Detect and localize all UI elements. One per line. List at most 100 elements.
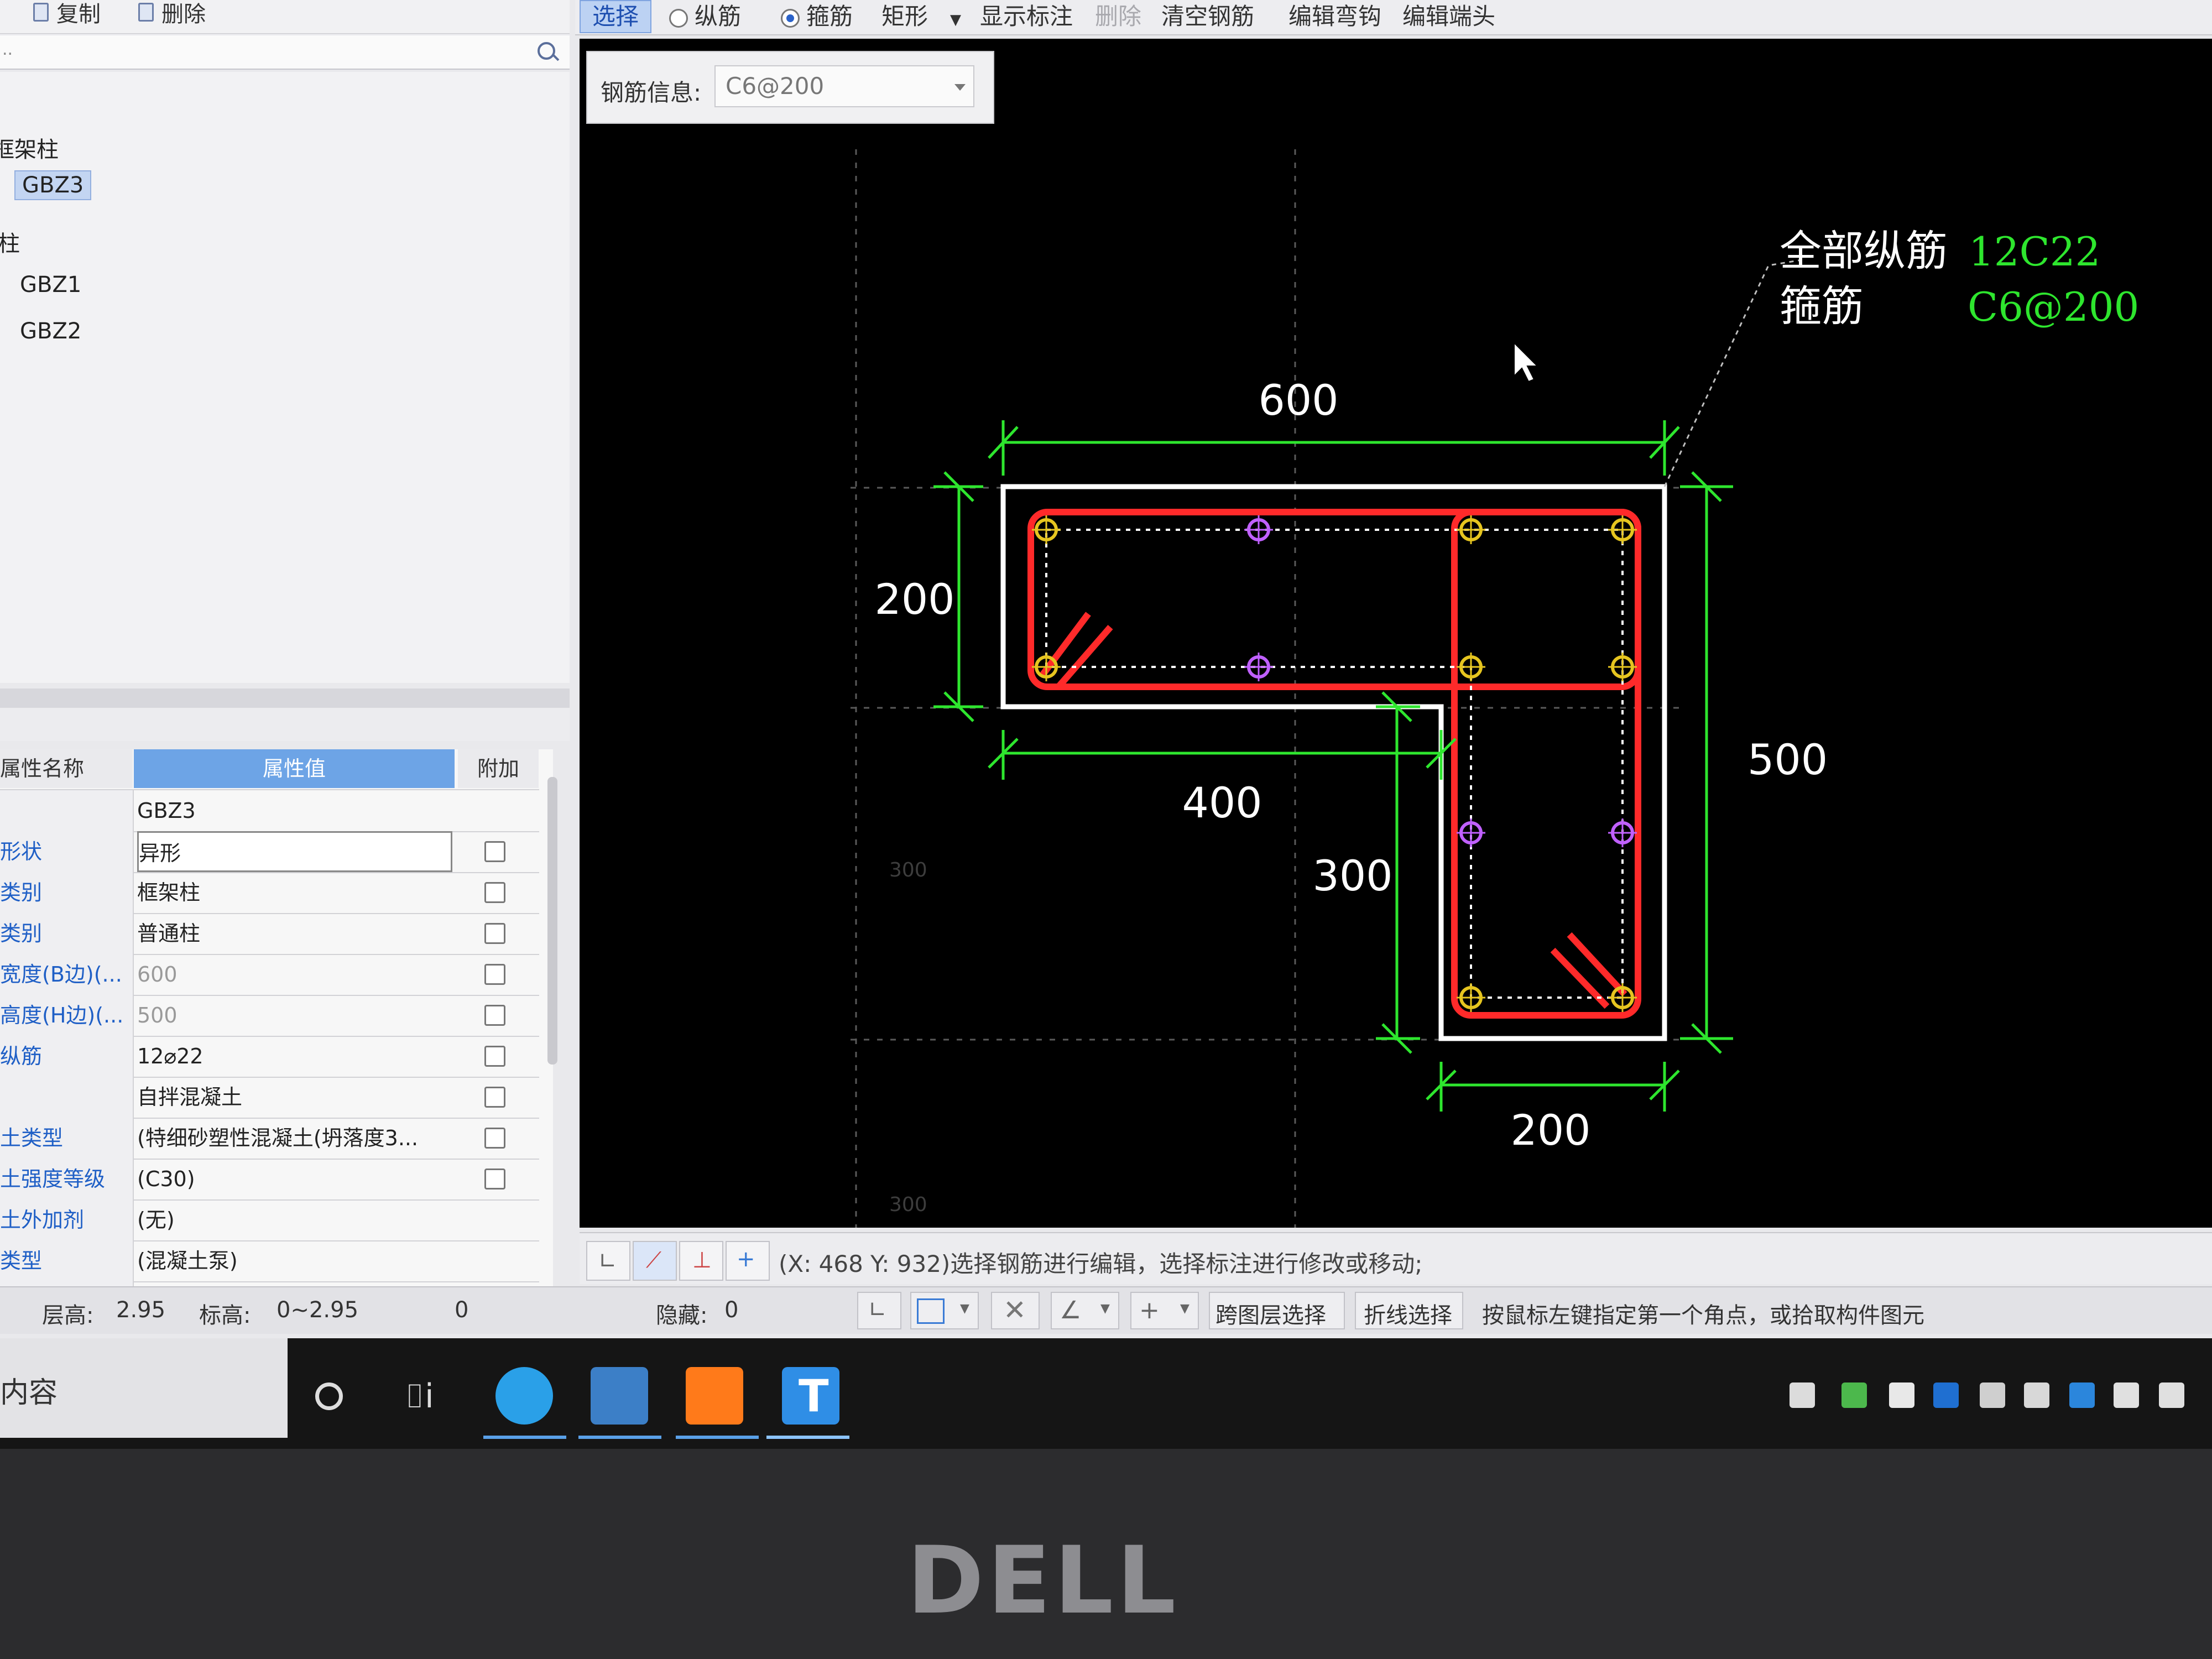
property-value[interactable]: 异形 [137,831,452,872]
wps-icon[interactable] [1933,1383,1959,1408]
property-row[interactable]: 形状 异形 [0,831,539,873]
column-outline[interactable] [1000,484,1667,1041]
task-view-icon[interactable]: ⌷i [405,1380,434,1413]
snap-add-dropdown[interactable]: + ▼ [1130,1292,1199,1329]
show-dim-button[interactable]: 显示标注 [980,0,1073,33]
extra-checkbox[interactable] [484,1128,505,1149]
perp-snap-button[interactable]: ⊥ [679,1241,723,1281]
clear-rebar-button[interactable]: 清空钢筋 [1161,0,1254,33]
radio-longitudinal[interactable]: 纵筋 [669,0,741,33]
ortho-snap-button[interactable]: ∟ [586,1241,630,1281]
app-tray-icon[interactable] [2024,1383,2049,1408]
drawing-canvas[interactable]: 300 300 600 200 400 300 500 200 全部纵筋 12C… [580,39,2212,1228]
extra-checkbox[interactable] [484,882,505,903]
polyline-select-button[interactable]: 折线选择 [1355,1292,1463,1329]
extra-checkbox[interactable] [484,964,505,985]
property-value[interactable]: 12⌀22 [137,1036,452,1077]
cross-layer-select-button[interactable]: 跨图层选择 [1209,1292,1345,1329]
extra-checkbox[interactable] [484,1168,505,1190]
dim-right[interactable]: 500 [1747,735,1828,784]
extra-checkbox[interactable] [484,1005,505,1026]
network-icon[interactable] [2114,1383,2139,1408]
tree-item-gbz2[interactable]: GBZ2 [20,319,81,344]
tree-group-frame-column[interactable]: 框架柱 [0,132,59,164]
dim-left[interactable]: 200 [874,575,954,624]
copy-button[interactable]: 复制 [33,0,101,27]
component-tree: 框架柱 GBZ3 柱 GBZ1 GBZ2 [0,72,570,683]
search-input[interactable]: .. [0,35,570,70]
property-row[interactable]: GBZ3 [0,790,539,832]
cortana-icon[interactable] [315,1383,343,1410]
app-browser-icon[interactable] [495,1367,553,1425]
dim-top[interactable]: 600 [1258,375,1338,425]
extra-checkbox[interactable] [484,841,505,862]
property-row[interactable]: 宽度(B边)(... 600 [0,954,539,996]
longitudinal-bars[interactable] [1032,515,1637,1012]
ime-icon[interactable] [1790,1383,1815,1408]
property-name [0,790,134,831]
edit-end-button[interactable]: 编辑端头 [1402,0,1495,33]
property-value[interactable]: 普通柱 [137,913,452,954]
rect-dropdown[interactable]: 矩形 ▼ [881,0,961,33]
delete-rebar-button[interactable]: 删除 [1095,0,1141,33]
property-value[interactable]: (特细砂塑性混凝土(坍落度3... [137,1118,452,1159]
property-row[interactable]: 类别 普通柱 [0,913,539,955]
extra-checkbox[interactable] [484,1087,505,1108]
dim-inner-h[interactable]: 400 [1182,778,1262,827]
dim-bottom[interactable]: 200 [1510,1105,1590,1155]
app-cad-icon[interactable] [591,1367,648,1425]
slope-snap-button[interactable]: ⟋ [633,1241,677,1281]
sync-icon[interactable] [2069,1383,2095,1408]
tree-group-column[interactable]: 柱 [0,226,20,258]
annotation-stirrup-value[interactable]: C6@200 [1968,284,2139,330]
cross-select-button[interactable]: ✕ [991,1292,1040,1329]
property-value[interactable]: (无) [137,1199,452,1240]
tree-item-gbz1[interactable]: GBZ1 [20,272,81,298]
delete-button[interactable]: 删除 [138,0,206,27]
property-row[interactable]: 自拌混凝土 [0,1077,539,1119]
property-value[interactable]: (C30) [137,1159,452,1199]
property-row[interactable]: 土强度等级 (C30) [0,1159,539,1201]
props-splitter[interactable] [0,688,570,708]
nvidia-icon[interactable] [1841,1383,1867,1408]
property-value[interactable]: 自拌混凝土 [137,1077,452,1118]
search-icon[interactable] [538,42,555,60]
property-row[interactable]: 类型 (混凝土泵) [0,1240,539,1282]
shield-icon[interactable] [1889,1383,1914,1408]
stirrups[interactable] [1027,509,1641,1019]
property-row[interactable]: 高度(H边)(... 500 [0,995,539,1037]
property-row[interactable]: 土外加剂 (无) [0,1199,539,1241]
select-mode-dropdown[interactable]: ▼ [910,1292,979,1329]
property-row[interactable]: 土类型 (特细砂塑性混凝土(坍落度3... [0,1118,539,1160]
extra-checkbox[interactable] [484,923,505,944]
add-snap-button[interactable]: + [726,1241,770,1281]
dim-inner-v[interactable]: 300 [1312,851,1392,900]
usb-icon[interactable] [1980,1383,2005,1408]
radio-stirrup[interactable]: 箍筋 [781,0,853,33]
property-name: 土外加剂 [0,1199,134,1240]
property-value[interactable]: (混凝土泵) [137,1240,452,1281]
tree-item-gbz3[interactable]: GBZ3 [14,170,92,200]
extra-checkbox[interactable] [484,1046,505,1067]
property-value[interactable]: GBZ3 [137,790,452,831]
app-t-icon[interactable]: T [782,1367,839,1425]
annotation-all-long-value[interactable]: 12C22 [1969,228,2100,275]
app-cad-indicator [578,1436,661,1439]
property-value[interactable]: 500 [137,995,452,1036]
select-button[interactable]: 选择 [580,0,651,33]
property-row[interactable]: 纵筋 12⌀22 [0,1036,539,1078]
angle-dropdown[interactable]: ∠ ▼ [1051,1292,1119,1329]
rebar-info-select[interactable]: C6@200 [714,65,974,107]
annotation-stirrup-label[interactable]: 箍筋 [1780,281,1864,331]
annotation-all-long-label[interactable]: 全部纵筋 [1780,226,1948,275]
ortho-toggle[interactable]: ∟ [857,1292,901,1329]
property-value[interactable]: 600 [137,954,452,995]
property-scrollbar[interactable] [547,777,557,1065]
battery-icon[interactable] [2159,1383,2184,1408]
edit-bend-button[interactable]: 编辑弯钩 [1288,0,1381,33]
taskbar-search[interactable]: 内容 [0,1338,288,1438]
property-value[interactable]: 框架柱 [137,872,452,913]
property-row[interactable]: 类别 框架柱 [0,872,539,914]
section-drawing[interactable]: 300 300 600 200 400 300 500 200 全部纵筋 12C… [580,39,2212,1228]
app-orange-icon[interactable] [686,1367,743,1425]
